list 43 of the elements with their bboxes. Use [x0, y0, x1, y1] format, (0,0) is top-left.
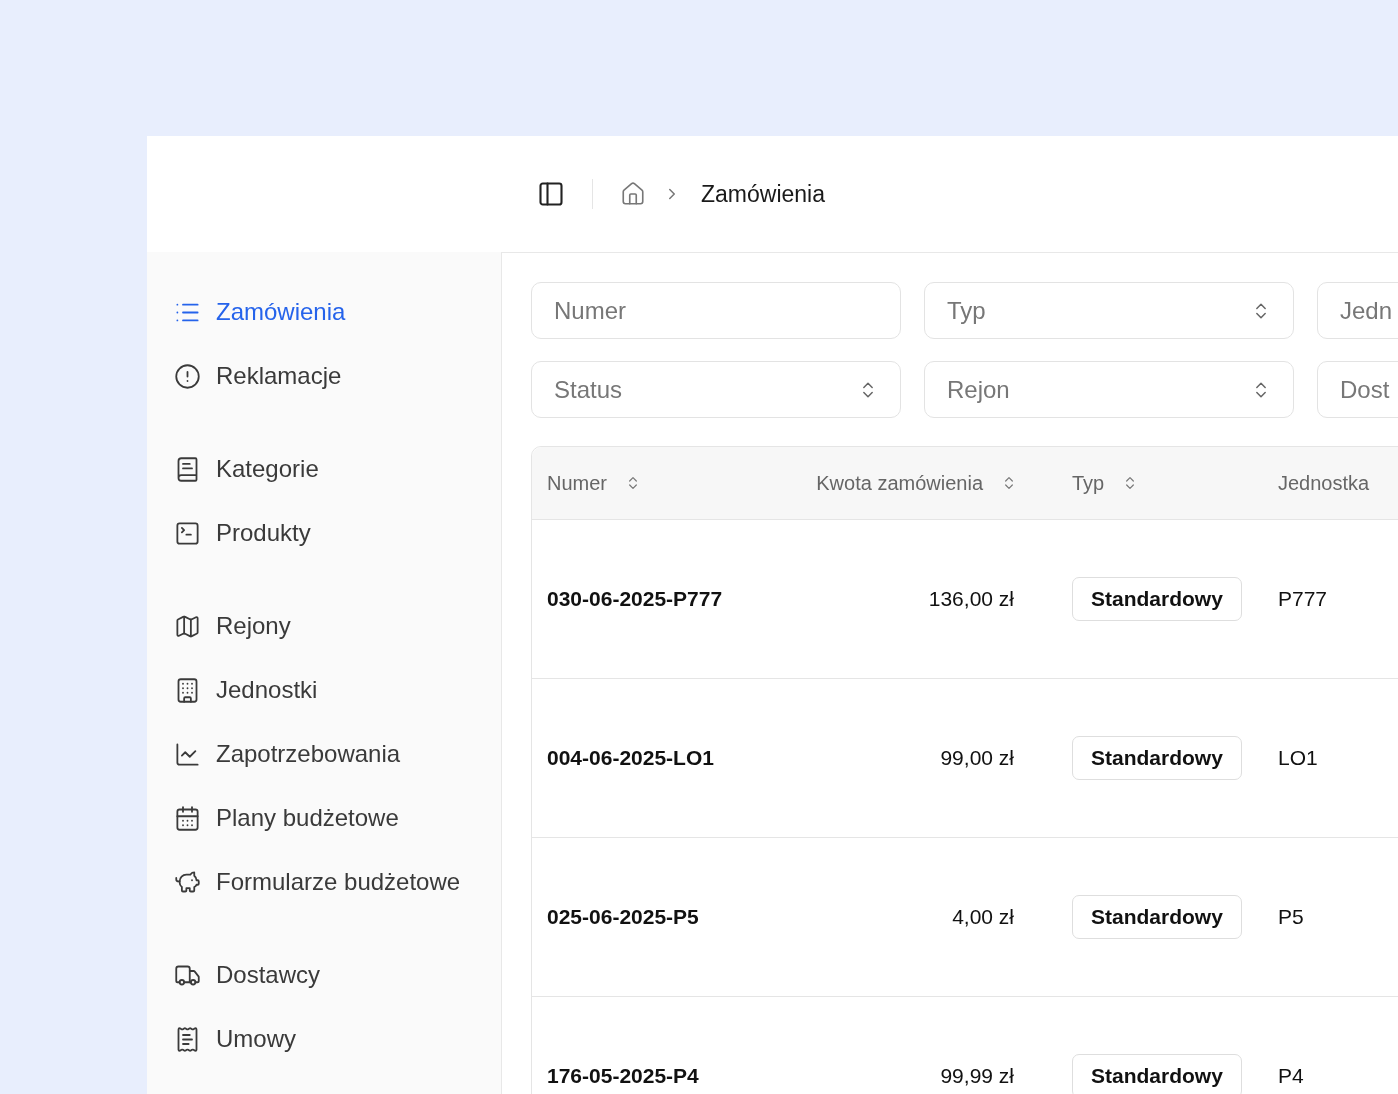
column-header[interactable]: Numer: [547, 468, 641, 498]
input-field[interactable]: Dost: [1317, 361, 1398, 418]
sidebar-item[interactable]: Zapotrzebowania: [174, 722, 501, 786]
unit-cell-text: P5: [1278, 904, 1304, 931]
sidebar-item[interactable]: Dostawcy: [174, 943, 501, 1007]
sidebar-toggle-icon[interactable]: [537, 180, 565, 208]
order-number: 030-06-2025-P777: [547, 586, 723, 613]
order-amount: 99,00 zł: [940, 745, 1015, 772]
select-field[interactable]: Status: [531, 361, 901, 418]
home-icon[interactable]: [620, 181, 646, 207]
alert-circle-icon: [174, 362, 201, 390]
input-field[interactable]: Numer: [531, 282, 901, 339]
sidebar-item[interactable]: Kategorie: [174, 437, 501, 501]
order-number: 176-05-2025-P4: [547, 1063, 699, 1090]
type-badge: Standardowy: [1072, 895, 1242, 939]
sidebar-item[interactable]: Jednostki: [174, 658, 501, 722]
unit-cell-text: LO1: [1278, 745, 1318, 772]
input-field[interactable]: Jedn: [1317, 282, 1398, 339]
sidebar-item[interactable]: Reklamacje: [174, 344, 501, 408]
select-field[interactable]: Rejon: [924, 361, 1294, 418]
sidebar-item[interactable]: Formularze budżetowe: [174, 850, 501, 914]
column-header[interactable]: Kwota zamówienia: [816, 468, 1017, 498]
order-amount: 99,99 zł: [940, 1063, 1015, 1090]
unit-cell-text: P4: [1278, 1063, 1304, 1090]
type-badge: Standardowy: [1072, 736, 1242, 780]
sidebar-item[interactable]: Zamówienia: [174, 280, 501, 344]
breadcrumb-current: Zamówienia: [701, 179, 825, 209]
select-field[interactable]: Typ: [924, 282, 1294, 339]
terminal-icon: [174, 519, 201, 547]
sidebar-item[interactable]: Produkty: [174, 501, 501, 565]
type-badge: Standardowy: [1072, 577, 1242, 621]
sidebar-item[interactable]: Plany budżetowe: [174, 786, 501, 850]
calendar-icon: [174, 804, 201, 832]
unit-cell-text: P777: [1278, 586, 1328, 613]
sidebar-item[interactable]: Umowy: [174, 1007, 501, 1071]
order-amount: 136,00 zł: [928, 586, 1015, 613]
order-number: 004-06-2025-LO1: [547, 745, 714, 772]
sidebar-item[interactable]: Rejony: [174, 594, 501, 658]
type-badge: Standardowy: [1072, 1054, 1242, 1094]
column-header: Jednostka: [1278, 471, 1370, 496]
order-amount: 4,00 zł: [952, 904, 1015, 931]
column-header[interactable]: Typ: [1072, 468, 1139, 498]
order-number: 025-06-2025-P5: [547, 904, 699, 931]
